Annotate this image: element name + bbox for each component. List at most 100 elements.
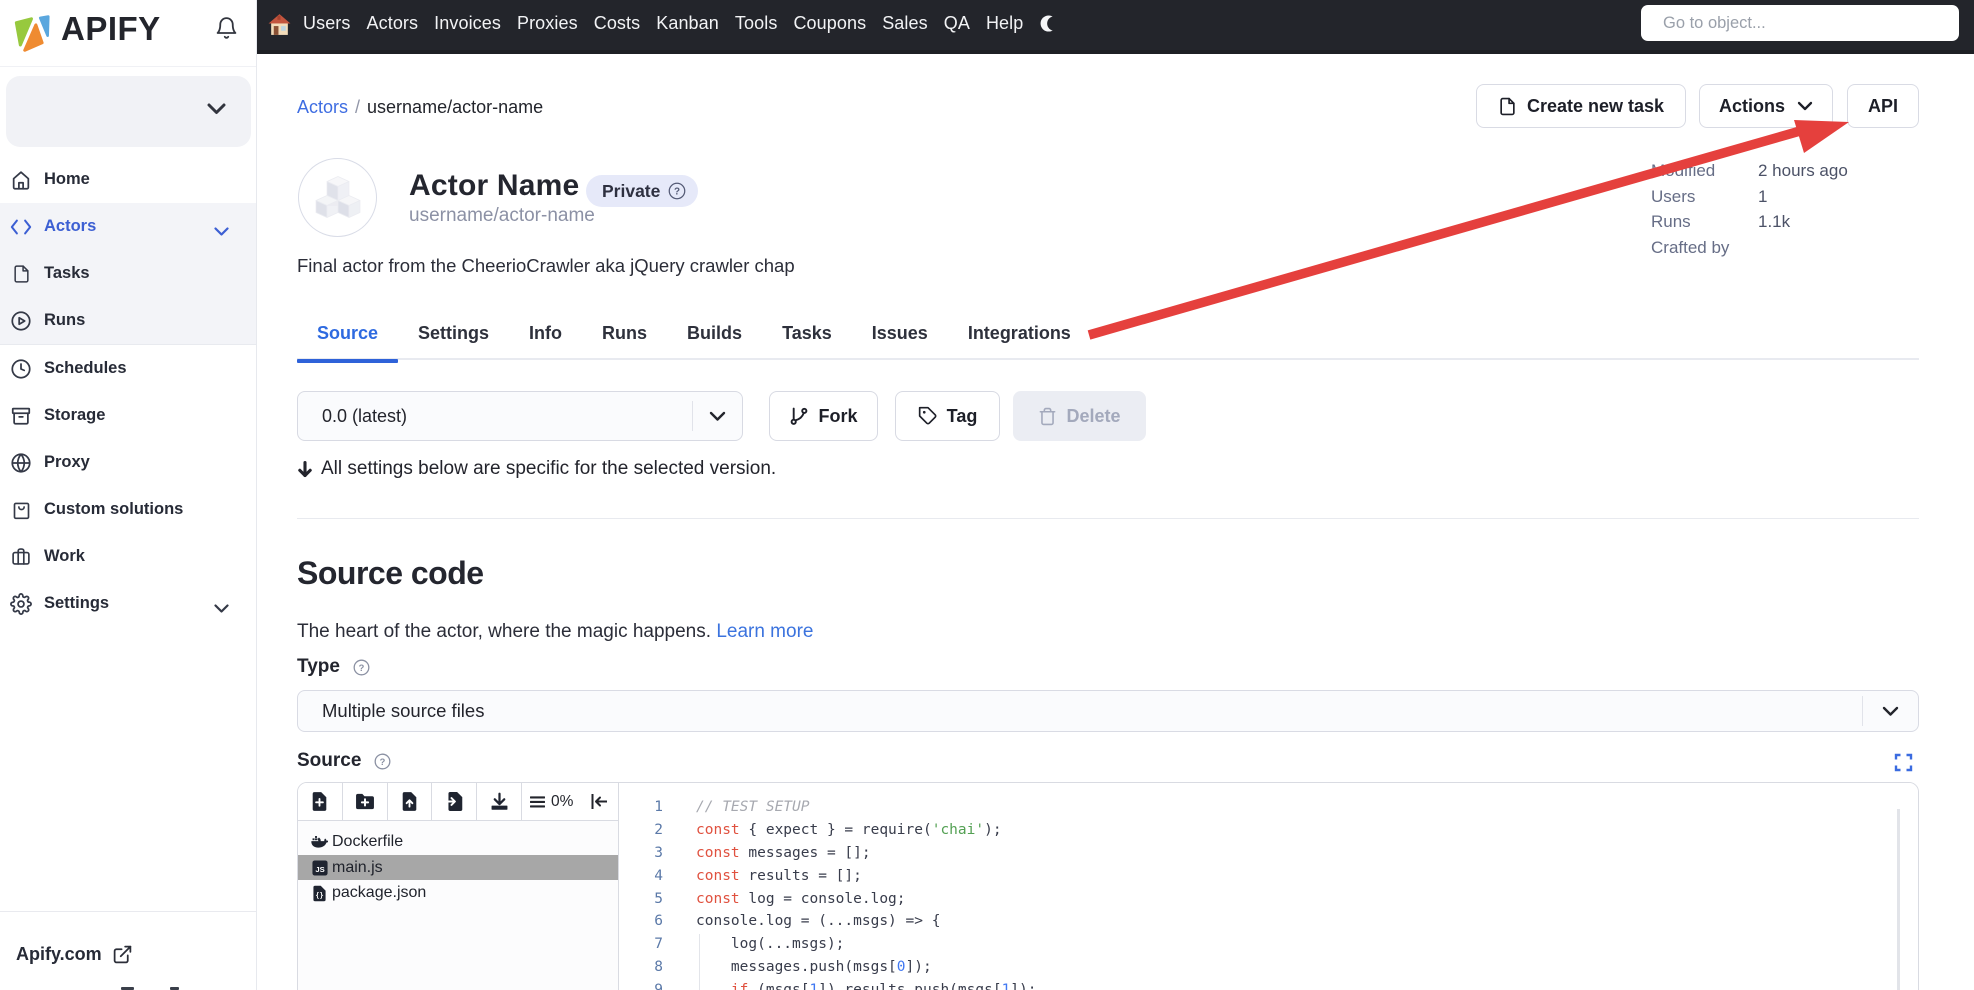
logo-row: APIFY [0, 0, 256, 67]
git-fork-icon [789, 406, 809, 426]
file-upload-button[interactable] [388, 783, 433, 820]
breadcrumb-actors-link[interactable]: Actors [297, 97, 348, 117]
sidebar-item-home[interactable]: Home [0, 156, 256, 203]
topnav-item-sales[interactable]: Sales [882, 0, 928, 48]
external-link-icon [112, 944, 133, 965]
topnav-item-actors[interactable]: Actors [367, 0, 419, 48]
sidebar-item-storage[interactable]: Storage [0, 392, 256, 439]
chevron-down-icon [1797, 101, 1813, 111]
topnav-item-invoices[interactable]: Invoices [434, 0, 501, 48]
topnav-item-coupons[interactable]: Coupons [793, 0, 866, 48]
help-circle-icon[interactable]: ? [353, 659, 370, 676]
sidebar-item-settings[interactable]: Settings [0, 580, 256, 627]
admin-topnav: Users Actors Invoices Proxies Costs Kanban Too… [257, 0, 1974, 54]
tag-icon [918, 406, 938, 426]
archive-icon [10, 405, 32, 427]
sidebar-item-tasks[interactable]: Tasks [0, 250, 256, 297]
sidebar-item-schedules[interactable]: Schedules [0, 345, 256, 392]
api-button[interactable]: API [1847, 84, 1919, 128]
brand-wordmark[interactable]: APIFY [61, 10, 161, 48]
delete-button[interactable]: Delete [1013, 391, 1146, 441]
version-select[interactable]: 0.0 (latest) [297, 391, 743, 441]
topnav-item-qa[interactable]: QA [944, 0, 970, 48]
topnav-item-users[interactable]: Users [303, 0, 351, 48]
create-new-task-button[interactable]: Create new task [1476, 84, 1686, 128]
sidebar-item-label: Tasks [44, 264, 90, 283]
file-name: package.json [332, 884, 426, 902]
topnav-item-proxies[interactable]: Proxies [517, 0, 578, 48]
learn-more-link[interactable]: Learn more [716, 621, 813, 642]
tab-integrations[interactable]: Integrations [948, 317, 1091, 358]
type-select[interactable]: Multiple source files [297, 690, 1919, 732]
sidebar-item-proxy[interactable]: Proxy [0, 439, 256, 486]
tab-issues[interactable]: Issues [852, 317, 948, 358]
source-editor-panel: 0% DockerfileJSmain.js{}package.json 1 //… [297, 782, 1919, 990]
briefcase-icon [10, 546, 32, 568]
collapse-left-icon[interactable] [591, 794, 608, 809]
source-code-subtitle: The heart of the actor, where the magic … [297, 621, 813, 643]
tab-tasks[interactable]: Tasks [762, 317, 852, 358]
go-to-object-input[interactable] [1641, 5, 1959, 41]
list-icon[interactable] [530, 796, 545, 808]
help-circle-icon[interactable]: ? [668, 182, 686, 200]
house-emoji-icon[interactable] [267, 12, 292, 37]
source-code-title: Source code [297, 555, 484, 592]
sidebar-item-label: Proxy [44, 453, 90, 472]
topnav-item-costs[interactable]: Costs [594, 0, 641, 48]
meta-row-runs: Runs1.1k [1651, 209, 1848, 235]
file-row-main-js[interactable]: JSmain.js [298, 855, 618, 881]
trash-icon [1038, 406, 1057, 427]
help-circle-icon[interactable]: ? [374, 753, 391, 770]
sidebar-item-work[interactable]: Work [0, 533, 256, 580]
source-label-text: Source [297, 750, 361, 772]
notifications-bell-icon[interactable] [215, 16, 238, 41]
sidebar-link-apify-com[interactable]: Apify.com [16, 944, 133, 965]
gear-icon [10, 593, 32, 615]
line-content: messages.push(msgs[0]); [696, 956, 932, 979]
account-switcher[interactable] [6, 76, 251, 147]
file-row-dockerfile[interactable]: Dockerfile [298, 829, 618, 855]
sidebar-item-custom-solutions[interactable]: Custom solutions [0, 486, 256, 533]
fullscreen-expand-icon[interactable] [1894, 753, 1913, 772]
tab-source[interactable]: Source [297, 317, 398, 358]
line-content: // TEST SETUP [696, 796, 810, 819]
topnav-item-tools[interactable]: Tools [735, 0, 778, 48]
tab-info[interactable]: Info [509, 317, 582, 358]
apify-logo-icon[interactable] [8, 6, 54, 52]
file-plus-button[interactable] [298, 783, 343, 820]
code-line-9: 9 if (msgs[1]) results.push(msgs[1]); [620, 979, 1918, 990]
file-row-package-json[interactable]: {}package.json [298, 880, 618, 906]
dark-mode-moon-icon[interactable] [1039, 13, 1060, 34]
code-editor[interactable]: 1// TEST SETUP2const { expect } = requir… [620, 783, 1918, 990]
subtitle-text: The heart of the actor, where the magic … [297, 621, 711, 642]
tab-builds[interactable]: Builds [667, 317, 762, 358]
tab-runs[interactable]: Runs [582, 317, 667, 358]
meta-row-crafted-by: Crafted by [1651, 235, 1848, 261]
topnav-item-kanban[interactable]: Kanban [656, 0, 719, 48]
tab-settings[interactable]: Settings [398, 317, 509, 358]
sidebar-item-actors[interactable]: Actors [0, 203, 256, 250]
download-button[interactable] [477, 783, 522, 820]
file-tree-zoom-cell: 0% [522, 783, 618, 820]
actions-dropdown-button[interactable]: Actions [1699, 84, 1833, 128]
sidebar-item-runs[interactable]: Runs [0, 297, 256, 344]
tag-button[interactable]: Tag [895, 391, 1000, 441]
line-number: 1 [620, 796, 663, 819]
editor-scrollbar[interactable] [1897, 809, 1900, 990]
line-number: 3 [620, 842, 663, 865]
apify-console-page: APIFY HomeActorsTasksRunsSchedulesStorag… [0, 0, 1974, 990]
svg-text:?: ? [380, 756, 386, 766]
sidebar: APIFY HomeActors Tasks RunsSchedulesStorag… [0, 0, 257, 990]
breadcrumb-separator: / [355, 97, 360, 117]
folder-plus-button[interactable] [343, 783, 388, 820]
topnav-item-help[interactable]: Help [986, 0, 1023, 48]
fork-button[interactable]: Fork [769, 391, 878, 441]
actor-tabs: SourceSettingsInfoRunsBuildsTasksIssuesI… [297, 317, 1919, 360]
meta-value: 1.1k [1758, 212, 1790, 232]
file-tree-pane: 0% DockerfileJSmain.js{}package.json [298, 783, 619, 990]
line-number: 6 [620, 910, 663, 933]
file-import-button[interactable] [432, 783, 477, 820]
line-content: const messages = []; [696, 842, 871, 865]
bag-icon [10, 499, 32, 521]
chevron-down-icon [1882, 706, 1899, 717]
